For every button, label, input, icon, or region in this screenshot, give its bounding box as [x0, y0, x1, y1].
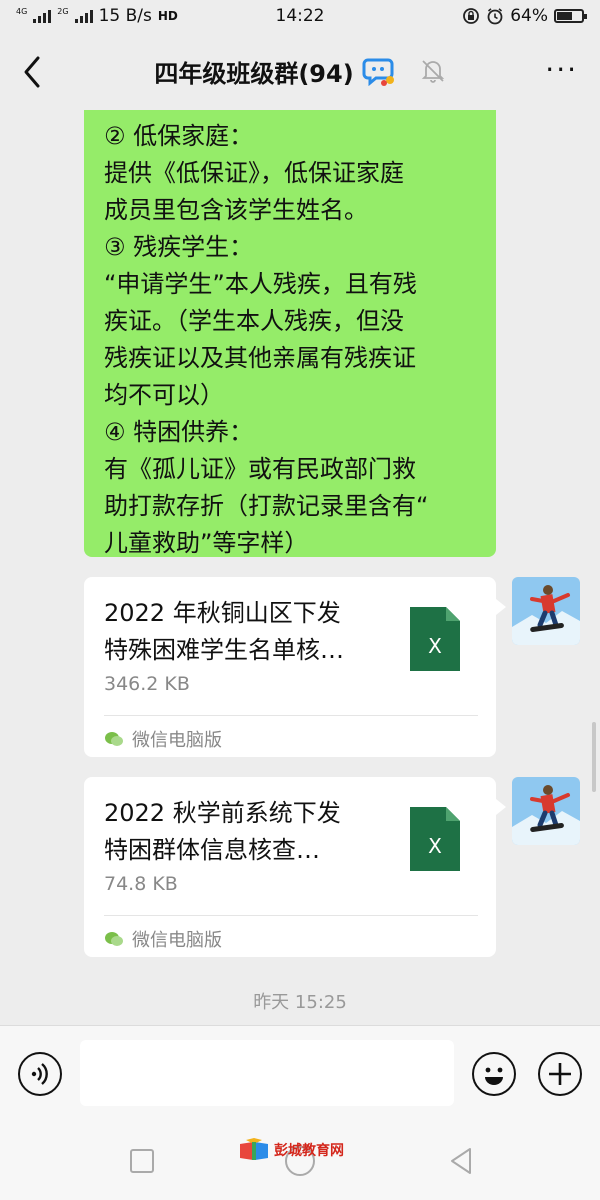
divider: [104, 715, 478, 716]
message-line: ④ 特困供养：: [104, 418, 254, 446]
message-line: 儿童救助”等字样）: [104, 529, 309, 557]
file-source-label: 微信电脑版: [132, 730, 222, 751]
avatar[interactable]: [512, 777, 580, 845]
message-line: 残疾证以及其他亲属有残疾证: [104, 344, 416, 372]
rotation-lock-icon: [463, 8, 480, 24]
status-bar: 4G 2G 15 B/s HD 14:22 64%: [0, 0, 600, 32]
status-right: 64%: [462, 6, 587, 26]
voice-icon: [31, 1063, 48, 1085]
smile-icon: [485, 1067, 503, 1085]
battery-percent: 64%: [510, 6, 548, 26]
file-size: 346.2 KB: [104, 673, 190, 695]
chat-assistant-icon[interactable]: [362, 56, 396, 86]
watermark: 彭城教育网: [238, 1138, 344, 1162]
signal-icon-2: [74, 9, 93, 23]
back-button[interactable]: [18, 54, 48, 90]
message-line: 成员里包含该学生姓名。: [104, 196, 368, 224]
message-line: 均不可以）: [104, 381, 224, 409]
wechat-icon: [105, 732, 123, 746]
file-name: 2022 秋学前系统下发 特困群体信息核查…: [104, 795, 394, 869]
message-line: ③ 残疾学生：: [104, 233, 254, 261]
message-timestamp: 昨天 15:25: [253, 992, 347, 1013]
excel-file-icon: X: [410, 607, 460, 671]
snowboarder-avatar-icon: [512, 777, 580, 845]
battery-fill: [557, 12, 573, 20]
title-group[interactable]: 四年级班级群(94): [154, 54, 445, 89]
wechat-icon: [105, 932, 123, 946]
more-options-button[interactable]: ···: [545, 56, 578, 84]
message-line: 有《孤儿证》或有民政部门救: [104, 455, 416, 483]
file-name-line: 2022 年秋铜山区下发: [104, 599, 341, 627]
message-line: ② 低保家庭：: [104, 122, 254, 150]
system-nav-bar: 彭城教育网: [0, 1122, 600, 1200]
hd-call-icon: HD: [157, 9, 178, 23]
file-message-card[interactable]: 2022 秋学前系统下发 特困群体信息核查… 74.8 KB X 微信电脑版: [84, 777, 506, 957]
message-line: 提供《低保证》，低保证家庭: [104, 159, 404, 187]
chat-title: 四年级班级群(94): [154, 59, 354, 88]
bell-off-icon: [421, 60, 444, 83]
divider: [104, 915, 478, 916]
avatar[interactable]: [512, 577, 580, 645]
battery-icon: [554, 9, 587, 23]
emoji-button[interactable]: [472, 1052, 516, 1096]
network-speed: 15 B/s: [98, 6, 152, 26]
message-bubble-sent[interactable]: ② 低保家庭： 提供《低保证》，低保证家庭 成员里包含该学生姓名。 ③ 残疾学生…: [84, 110, 496, 557]
nav-back-button[interactable]: [448, 1146, 474, 1176]
excel-file-icon: X: [410, 807, 460, 871]
file-name-line: 2022 秋学前系统下发: [104, 799, 341, 827]
file-size: 74.8 KB: [104, 873, 178, 895]
file-name-line: 特困群体信息核查…: [104, 836, 320, 864]
voice-input-button[interactable]: [18, 1052, 62, 1096]
more-actions-button[interactable]: [538, 1052, 582, 1096]
message-line: 助打款存折（打款记录里含有“: [104, 492, 429, 520]
chat-header: 四年级班级群(94) ···: [0, 32, 600, 110]
file-source: 微信电脑版: [104, 726, 222, 752]
signal-icon: [33, 9, 52, 23]
input-bar: [0, 1025, 600, 1122]
watermark-text: 彭城教育网: [274, 1143, 344, 1159]
message-line: 疾证。（学生本人残疾，但没: [104, 307, 404, 335]
status-left: 4G 2G 15 B/s HD: [16, 6, 178, 26]
scrollbar-thumb[interactable]: [592, 722, 596, 792]
recent-apps-button[interactable]: [130, 1149, 154, 1173]
network-type-label: 4G: [16, 7, 28, 16]
chat-messages[interactable]: ② 低保家庭： 提供《低保证》，低保证家庭 成员里包含该学生姓名。 ③ 残疾学生…: [0, 110, 600, 1025]
file-message-card[interactable]: 2022 年秋铜山区下发 特殊困难学生名单核… 346.2 KB X 微信电脑版: [84, 577, 506, 757]
file-source-label: 微信电脑版: [132, 930, 222, 951]
snowboarder-avatar-icon: [512, 577, 580, 645]
file-name-line: 特殊困难学生名单核…: [104, 636, 344, 664]
plus-icon: [549, 1063, 571, 1085]
watermark-book-icon: [240, 1138, 268, 1160]
excel-icon-label: X: [428, 634, 442, 658]
excel-icon-label: X: [428, 834, 442, 858]
message-input[interactable]: [80, 1040, 454, 1106]
message-line: “申请学生”本人残疾，且有残: [104, 270, 417, 298]
file-name: 2022 年秋铜山区下发 特殊困难学生名单核…: [104, 595, 394, 669]
file-source: 微信电脑版: [104, 926, 222, 952]
alarm-icon: [487, 8, 503, 25]
network-type-label-2: 2G: [57, 7, 69, 16]
